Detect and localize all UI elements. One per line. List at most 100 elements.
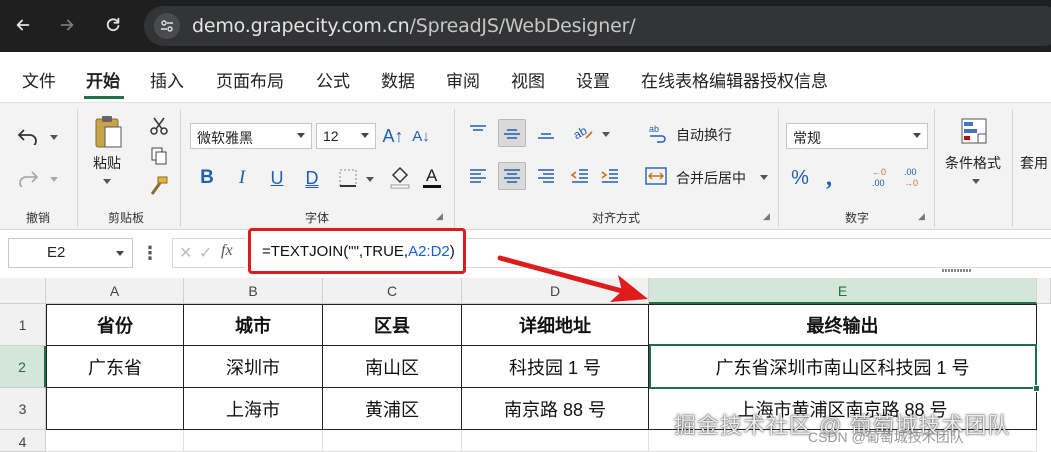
tab-view[interactable]: 视图 (511, 67, 545, 92)
align-middle-button[interactable] (498, 119, 526, 147)
tab-page-layout[interactable]: 页面布局 (216, 67, 284, 92)
formula-input[interactable] (466, 238, 1051, 268)
site-info-icon[interactable] (154, 13, 180, 39)
format-as-table-button[interactable]: 套用 (1020, 153, 1048, 173)
table-cell[interactable]: 上海市 (184, 388, 323, 430)
number-format-select[interactable]: 常规 (786, 123, 928, 149)
table-cell[interactable]: 广东省 (46, 346, 184, 388)
table-cell[interactable] (184, 430, 323, 452)
underline-button[interactable]: U (266, 165, 288, 191)
table-cell[interactable]: 南京路 88 号 (462, 388, 649, 430)
table-header-output[interactable]: 最终输出 (649, 304, 1037, 346)
fill-color-button[interactable] (388, 163, 412, 191)
number-dialog-launcher-icon[interactable]: ◢ (918, 211, 925, 222)
tab-data[interactable]: 数据 (381, 67, 415, 92)
select-all-corner[interactable] (0, 278, 46, 304)
percent-button[interactable]: % (788, 165, 812, 191)
table-header-district[interactable]: 区县 (323, 304, 462, 346)
tab-file[interactable]: 文件 (22, 67, 56, 92)
formula-text[interactable]: =TEXTJOIN("",TRUE,A2:D2) (262, 243, 455, 260)
table-header-province[interactable]: 省份 (46, 304, 184, 346)
divider (1012, 109, 1013, 227)
align-center-button[interactable] (498, 162, 526, 190)
decrease-indent-button[interactable] (568, 163, 592, 189)
row-header-2[interactable]: 2 (0, 346, 46, 388)
redo-dropdown-icon[interactable] (50, 177, 58, 182)
url-text[interactable]: demo.grapecity.com.cn/SpreadJS/WebDesign… (192, 15, 636, 37)
conditional-format-dropdown-icon[interactable] (972, 179, 980, 184)
conditional-format-button[interactable]: 条件格式 (945, 153, 1001, 173)
border-dropdown-icon[interactable] (366, 177, 374, 182)
tab-settings[interactable]: 设置 (576, 67, 610, 92)
paste-button[interactable] (92, 113, 124, 151)
row-header-3[interactable]: 3 (0, 388, 46, 430)
table-cell[interactable]: 科技园 1 号 (462, 346, 649, 388)
alignment-dialog-launcher-icon[interactable]: ◢ (763, 211, 770, 222)
table-header-address[interactable]: 详细地址 (462, 304, 649, 346)
font-family-select[interactable]: 微软雅黑 (190, 123, 312, 149)
tab-license-info[interactable]: 在线表格编辑器授权信息 (641, 67, 828, 92)
back-button[interactable] (6, 8, 40, 42)
column-header-f[interactable] (1037, 278, 1051, 304)
paste-dropdown-icon[interactable] (103, 179, 111, 184)
border-button[interactable] (336, 165, 360, 191)
bold-button[interactable]: B (196, 165, 218, 191)
table-cell[interactable] (462, 430, 649, 452)
check-icon[interactable]: ✓ (199, 243, 212, 263)
format-painter-button[interactable] (148, 175, 170, 197)
cut-button[interactable] (148, 115, 170, 137)
font-dialog-launcher-icon[interactable]: ◢ (436, 211, 443, 222)
table-cell[interactable]: 深圳市 (184, 346, 323, 388)
row-header-1[interactable]: 1 (0, 304, 46, 346)
table-cell[interactable]: 南山区 (323, 346, 462, 388)
table-cell[interactable]: 黄浦区 (323, 388, 462, 430)
name-box[interactable]: E2 (8, 238, 133, 268)
tab-home[interactable]: 开始 (86, 67, 120, 92)
cancel-icon[interactable]: ✕ (179, 243, 192, 263)
decrease-font-button[interactable]: A↓ (410, 123, 432, 149)
table-cell[interactable] (46, 388, 184, 430)
column-header-e[interactable]: E (649, 278, 1037, 304)
orientation-dropdown-icon[interactable] (602, 132, 610, 137)
tab-review[interactable]: 审阅 (446, 67, 480, 92)
paste-label[interactable]: 粘贴 (93, 153, 121, 173)
table-cell[interactable] (46, 430, 184, 452)
increase-decimal-button[interactable]: ←0.00 (870, 163, 896, 191)
increase-font-button[interactable]: A↑ (382, 123, 404, 149)
font-size-select[interactable]: 12 (316, 123, 376, 149)
table-cell[interactable] (323, 430, 462, 452)
more-options-icon[interactable]: ⋮ (141, 240, 159, 266)
column-header-a[interactable]: A (46, 278, 184, 304)
reload-button[interactable] (96, 8, 130, 42)
align-right-button[interactable] (534, 163, 558, 189)
decrease-decimal-button[interactable]: .00 →0 (902, 163, 928, 191)
column-header-b[interactable]: B (184, 278, 323, 304)
wrap-text-button[interactable]: 自动换行 (676, 125, 732, 145)
fill-handle[interactable] (1033, 385, 1040, 392)
column-header-c[interactable]: C (323, 278, 462, 304)
increase-indent-button[interactable] (598, 163, 622, 189)
align-top-button[interactable] (466, 119, 490, 145)
orientation-button[interactable]: ab (570, 119, 596, 145)
undo-button[interactable] (14, 123, 42, 149)
align-bottom-button[interactable] (534, 119, 558, 145)
comma-style-button[interactable]: , (818, 165, 840, 191)
tab-formulas[interactable]: 公式 (316, 67, 350, 92)
double-underline-button[interactable]: D (301, 165, 323, 191)
address-bar[interactable]: demo.grapecity.com.cn/SpreadJS/WebDesign… (144, 6, 1051, 46)
font-color-button[interactable]: A (420, 163, 444, 191)
formula-bar-resize-handle[interactable] (942, 269, 972, 272)
italic-button[interactable]: I (231, 165, 253, 191)
row-header-4[interactable]: 4 (0, 430, 46, 452)
copy-button[interactable] (148, 145, 170, 167)
merge-dropdown-icon[interactable] (760, 175, 768, 180)
column-header-d[interactable]: D (462, 278, 649, 304)
forward-button[interactable] (50, 8, 84, 42)
redo-button[interactable] (14, 165, 42, 191)
insert-function-button[interactable]: fx (221, 242, 233, 260)
table-header-city[interactable]: 城市 (184, 304, 323, 346)
undo-dropdown-icon[interactable] (50, 135, 58, 140)
merge-center-button[interactable]: 合并后居中 (676, 168, 746, 188)
align-left-button[interactable] (466, 163, 490, 189)
tab-insert[interactable]: 插入 (150, 67, 184, 92)
